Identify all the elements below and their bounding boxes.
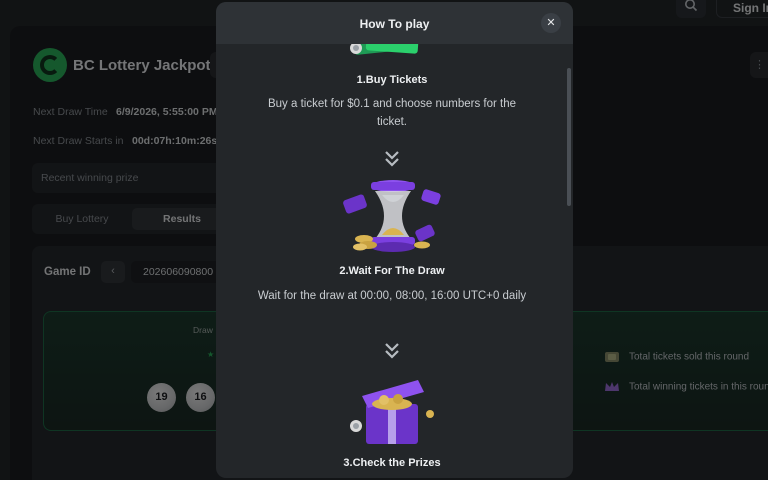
step-1-description: Buy a ticket for $0.1 and choose numbers… <box>267 98 517 128</box>
modal-scrollbar[interactable] <box>567 68 571 206</box>
hourglass-illustration <box>343 180 441 252</box>
lottery-page: Sign In BC Lottery Jackpot ⋮ Next Draw T… <box>0 0 768 480</box>
modal-title: How To play <box>359 17 430 31</box>
modal-header: How To play ✕ <box>216 2 573 44</box>
chevron-down-icon <box>385 343 399 359</box>
close-button[interactable]: ✕ <box>541 13 561 33</box>
chevron-down-icon <box>385 151 399 167</box>
gift-box-illustration <box>350 380 434 444</box>
how-to-play-modal: How To play ✕ 1.Buy Tickets Buy a ticket… <box>216 2 573 478</box>
tickets-illustration <box>350 44 419 55</box>
step-2-title: 2.Wait For The Draw <box>339 265 445 277</box>
close-icon: ✕ <box>546 17 556 29</box>
step-3-title: 3.Check the Prizes <box>343 457 441 469</box>
step-1-title: 1.Buy Tickets <box>356 74 428 86</box>
step-2-description: Wait for the draw at 00:00, 08:00, 16:00… <box>257 290 527 302</box>
